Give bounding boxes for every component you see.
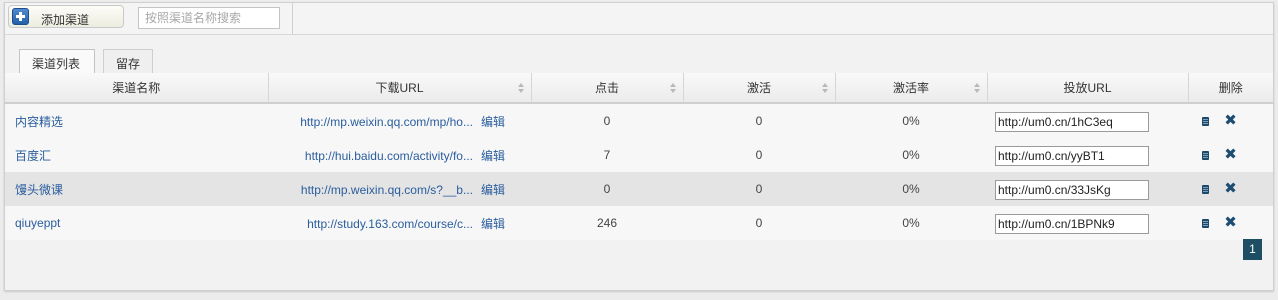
table-row: 百度汇 http://hui.baidu.com/activity/fo... 编… (5, 138, 1273, 172)
activations-cell: 0 (683, 103, 835, 138)
clicks-cell: 7 (531, 138, 683, 172)
activation-rate-cell: 0% (835, 103, 987, 138)
page-number-button[interactable]: 1 (1243, 239, 1262, 260)
download-url-link[interactable]: http://mp.weixin.qq.com/s?__b... (301, 183, 473, 197)
delete-cell: ✖ (1188, 138, 1273, 172)
channel-name-cell: qiuyeppt (5, 206, 268, 240)
sort-icon[interactable] (517, 83, 525, 93)
sort-icon[interactable] (973, 83, 981, 93)
channel-name-link[interactable]: qiuyeppt (15, 216, 60, 230)
close-icon[interactable]: ✖ (1224, 113, 1237, 128)
put-url-field[interactable] (995, 180, 1149, 200)
table-row: qiuyeppt http://study.163.com/course/c..… (5, 206, 1273, 240)
put-url-field[interactable] (995, 112, 1149, 132)
col-header-name[interactable]: 渠道名称 (5, 73, 269, 104)
search-input[interactable] (138, 7, 280, 29)
delete-cell: ✖ (1188, 172, 1273, 206)
put-url-field[interactable] (995, 214, 1149, 234)
download-url-cell: http://hui.baidu.com/activity/fo... 编辑 (268, 138, 531, 172)
activation-rate-cell: 0% (835, 172, 987, 206)
download-url-link[interactable]: http://mp.weixin.qq.com/mp/ho... (300, 115, 473, 129)
edit-link[interactable]: 编辑 (481, 149, 505, 163)
put-url-field[interactable] (995, 146, 1149, 166)
activations-cell: 0 (683, 138, 835, 172)
col-header-activations[interactable]: 激活 (683, 73, 836, 104)
toolbar: 添加渠道 (5, 3, 1273, 35)
edit-link[interactable]: 编辑 (481, 115, 505, 129)
clicks-cell: 0 (531, 172, 683, 206)
copy-icon[interactable] (1202, 185, 1209, 194)
channel-panel: 添加渠道 渠道列表 留存 渠道名称 下载URL 点击 激活 激活率 投放URL … (4, 2, 1274, 291)
download-url-link[interactable]: http://hui.baidu.com/activity/fo... (305, 149, 473, 163)
copy-icon[interactable] (1202, 117, 1209, 126)
channel-name-cell: 百度汇 (5, 138, 268, 172)
table-header-row: 渠道名称 下载URL 点击 激活 激活率 投放URL 删除 (5, 73, 1273, 104)
channel-name-link[interactable]: 百度汇 (15, 149, 51, 163)
close-icon[interactable]: ✖ (1224, 181, 1237, 196)
activation-rate-cell: 0% (835, 206, 987, 240)
channel-name-link[interactable]: 内容精选 (15, 115, 63, 129)
toolbar-divider (292, 3, 293, 34)
col-header-put-url: 投放URL (987, 73, 1189, 104)
channel-name-cell: 内容精选 (5, 103, 268, 138)
sort-icon[interactable] (821, 83, 829, 93)
download-url-link[interactable]: http://study.163.com/course/c... (307, 217, 473, 231)
close-icon[interactable]: ✖ (1224, 215, 1237, 230)
channel-name-cell: 馒头微课 (5, 172, 268, 206)
clicks-cell: 246 (531, 206, 683, 240)
col-header-activation-rate[interactable]: 激活率 (835, 73, 988, 104)
delete-cell: ✖ (1188, 206, 1273, 240)
add-channel-button[interactable]: 添加渠道 (8, 5, 124, 28)
tab-retention[interactable]: 留存 (103, 49, 153, 73)
channel-table: 渠道名称 下载URL 点击 激活 激活率 投放URL 删除 内容精选 http:… (5, 73, 1273, 240)
table-row: 内容精选 http://mp.weixin.qq.com/mp/ho... 编辑 … (5, 103, 1273, 138)
delete-cell: ✖ (1188, 103, 1273, 138)
put-url-cell (987, 206, 1209, 240)
col-header-download-url[interactable]: 下载URL (268, 73, 532, 104)
sort-icon[interactable] (669, 83, 677, 93)
activation-rate-cell: 0% (835, 138, 987, 172)
activations-cell: 0 (683, 206, 835, 240)
add-channel-label: 添加渠道 (41, 13, 90, 27)
download-url-cell: http://mp.weixin.qq.com/mp/ho... 编辑 (268, 103, 531, 138)
copy-icon[interactable] (1202, 151, 1209, 160)
tab-channel-list[interactable]: 渠道列表 (19, 49, 95, 75)
table-row: 馒头微课 http://mp.weixin.qq.com/s?__b... 编辑 … (5, 172, 1273, 206)
copy-icon[interactable] (1202, 219, 1209, 228)
col-header-delete: 删除 (1188, 73, 1273, 104)
clicks-cell: 0 (531, 103, 683, 138)
put-url-cell (987, 138, 1209, 172)
edit-link[interactable]: 编辑 (481, 183, 505, 197)
download-url-cell: http://mp.weixin.qq.com/s?__b... 编辑 (268, 172, 531, 206)
plus-square-icon (12, 8, 29, 25)
edit-link[interactable]: 编辑 (481, 217, 505, 231)
activations-cell: 0 (683, 172, 835, 206)
put-url-cell (987, 103, 1209, 138)
col-header-clicks[interactable]: 点击 (531, 73, 684, 104)
close-icon[interactable]: ✖ (1224, 147, 1237, 162)
download-url-cell: http://study.163.com/course/c... 编辑 (268, 206, 531, 240)
put-url-cell (987, 172, 1209, 206)
channel-name-link[interactable]: 馒头微课 (15, 183, 63, 197)
